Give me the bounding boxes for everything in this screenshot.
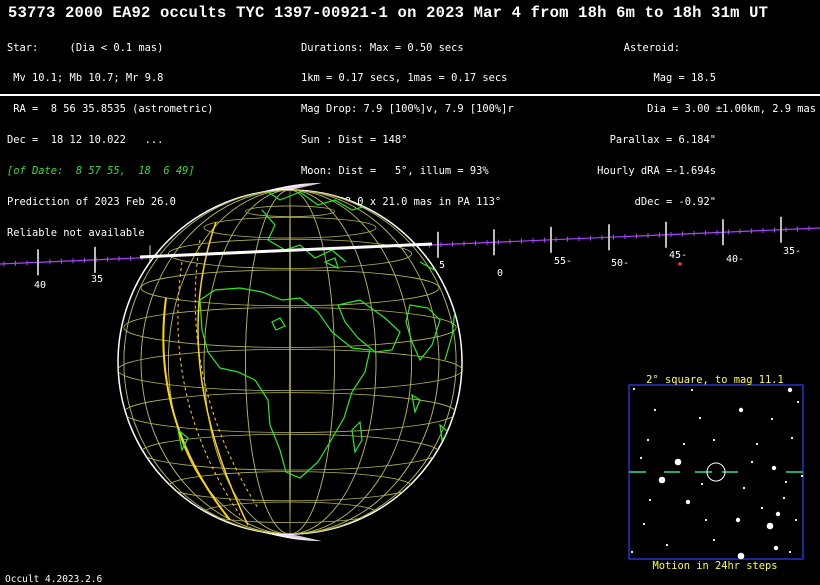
inset-star: [735, 517, 741, 523]
inset-star: [737, 552, 745, 560]
inset-star: [771, 465, 777, 471]
inset-star: [685, 499, 691, 505]
inset-star: [642, 522, 646, 526]
inset-star: [787, 387, 793, 393]
inset-star: [704, 518, 708, 522]
tick-label: 40: [34, 280, 46, 291]
tick-label: 40-: [726, 254, 744, 265]
inset-star: [648, 498, 652, 502]
inset-star: [653, 408, 657, 412]
inset-title: 2° square, to mag 11.1: [646, 374, 784, 386]
inset-star: [646, 438, 650, 442]
inset-star: [658, 476, 666, 484]
inset-star: [712, 438, 716, 442]
inset-star: [784, 480, 788, 484]
inset-star: [773, 545, 779, 551]
tick-label: 35-: [783, 246, 801, 257]
closest-approach-marker: [678, 262, 682, 266]
globe-disc: [117, 189, 463, 535]
map-canvas: 40 35 5 0 55- 50- 45- 40- 35-: [0, 182, 820, 560]
tick-label: 55-: [554, 256, 572, 267]
inset-star: [674, 458, 682, 466]
inset-star: [712, 538, 716, 542]
inset-star: [800, 474, 804, 478]
software-version: Occult 4.2023.2.6: [5, 574, 103, 585]
inset-footer: Motion in 24hr steps: [652, 560, 778, 572]
inset-star: [742, 486, 746, 490]
inset-frame: [628, 384, 804, 560]
inset-star: [682, 442, 686, 446]
tick-label: 0: [497, 268, 503, 279]
inset-star: [788, 550, 792, 554]
inset-star: [796, 400, 800, 404]
inset-star: [755, 442, 759, 446]
star-field-inset: [628, 384, 804, 560]
inset-star: [665, 543, 669, 547]
inset-star: [750, 460, 754, 464]
inset-star: [632, 387, 636, 391]
inset-star: [738, 407, 744, 413]
inset-star: [630, 550, 634, 554]
inset-star: [782, 496, 786, 500]
inset-star: [690, 388, 694, 392]
inset-star: [639, 456, 643, 460]
inset-star: [770, 417, 774, 421]
inset-star: [698, 416, 702, 420]
tick-label: 50-: [611, 258, 629, 269]
tick-label: 45-: [669, 250, 687, 261]
inset-star: [775, 511, 781, 517]
inset-star: [760, 506, 764, 510]
tick-label: 35: [91, 274, 103, 285]
inset-star: [766, 522, 774, 530]
earth-globe: [117, 182, 463, 542]
inset-star: [794, 518, 798, 522]
tick-label: 5: [439, 260, 445, 271]
inset-star: [700, 482, 704, 486]
inset-star: [790, 436, 794, 440]
